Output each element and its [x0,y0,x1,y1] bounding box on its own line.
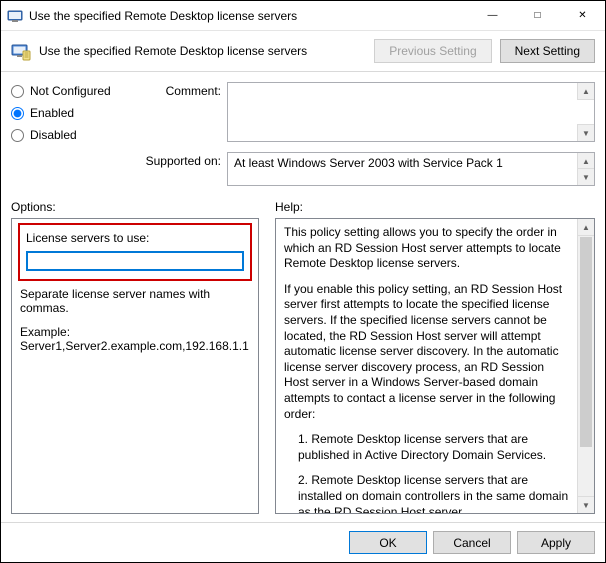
license-servers-input[interactable] [26,251,244,271]
options-label: Options: [11,200,259,214]
radio-not-configured-label: Not Configured [30,84,111,98]
policy-icon [11,41,31,61]
scroll-down-icon[interactable]: ▼ [577,168,594,185]
footer: OK Cancel Apply [1,522,605,562]
help-paragraph: This policy setting allows you to specif… [284,225,572,272]
radio-not-configured-input[interactable] [11,85,24,98]
separator-note: Separate license server names with comma… [20,287,250,315]
help-paragraph: If you enable this policy setting, an RD… [284,282,572,422]
state-radio-group: Not Configured Enabled Disabled [11,82,123,186]
section-labels: Options: Help: [1,186,605,218]
scroll-down-icon[interactable]: ▼ [577,124,594,141]
supported-on-box: At least Windows Server 2003 with Servic… [227,152,595,186]
cancel-button[interactable]: Cancel [433,531,511,554]
supported-on-label: Supported on: [141,152,221,168]
scroll-up-icon[interactable]: ▲ [578,219,594,236]
close-button[interactable]: ✕ [560,1,605,31]
maximize-button[interactable]: □ [515,1,560,31]
radio-enabled-input[interactable] [11,107,24,120]
radio-disabled[interactable]: Disabled [11,128,123,142]
help-paragraph: 2. Remote Desktop license servers that a… [284,473,572,514]
radio-not-configured[interactable]: Not Configured [11,84,123,98]
header-title: Use the specified Remote Desktop license… [39,44,366,58]
panels: License servers to use: Separate license… [1,218,605,522]
app-icon [7,8,23,24]
radio-disabled-input[interactable] [11,129,24,142]
comment-label: Comment: [141,82,221,98]
apply-button[interactable]: Apply [517,531,595,554]
license-servers-label: License servers to use: [26,231,244,245]
radio-enabled-label: Enabled [30,106,74,120]
comment-textarea[interactable]: ▲ ▼ [227,82,595,142]
ok-button[interactable]: OK [349,531,427,554]
example-text: Example: Server1,Server2.example.com,192… [20,325,250,353]
scroll-up-icon[interactable]: ▲ [577,83,594,100]
radio-enabled[interactable]: Enabled [11,106,123,120]
help-scrollbar[interactable]: ▲ ▼ [577,219,594,513]
minimize-button[interactable]: — [470,1,515,31]
help-panel: This policy setting allows you to specif… [275,218,595,514]
titlebar: Use the specified Remote Desktop license… [1,1,605,31]
config-area: Not Configured Enabled Disabled Comment:… [1,72,605,186]
supported-on-value: At least Windows Server 2003 with Servic… [228,153,594,173]
help-paragraph: 1. Remote Desktop license servers that a… [284,432,572,463]
options-panel: License servers to use: Separate license… [11,218,259,514]
radio-disabled-label: Disabled [30,128,77,142]
header: Use the specified Remote Desktop license… [1,31,605,72]
options-highlight: License servers to use: [18,223,252,281]
scrollbar-thumb[interactable] [580,237,592,447]
next-setting-button[interactable]: Next Setting [500,39,595,63]
help-label: Help: [275,200,303,214]
window-title: Use the specified Remote Desktop license… [29,9,470,23]
previous-setting-button[interactable]: Previous Setting [374,39,491,63]
scroll-down-icon[interactable]: ▼ [578,496,594,513]
